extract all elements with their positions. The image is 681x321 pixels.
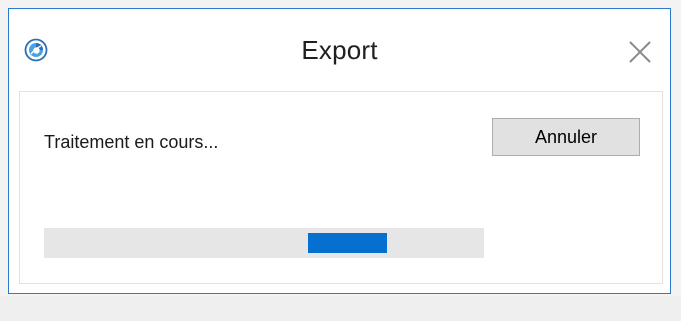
progress-bar bbox=[44, 228, 484, 258]
close-button[interactable] bbox=[624, 36, 656, 68]
export-dialog: Export Traitement en cours... Annuler bbox=[8, 8, 671, 294]
title-bar[interactable]: Export bbox=[9, 9, 670, 91]
dialog-body: Traitement en cours... Annuler bbox=[19, 91, 663, 284]
progress-indicator bbox=[308, 233, 387, 253]
desktop-background-strip bbox=[0, 296, 681, 321]
dialog-title: Export bbox=[301, 35, 378, 65]
close-icon bbox=[624, 36, 656, 68]
desktop-background bbox=[0, 0, 8, 321]
cancel-button[interactable]: Annuler bbox=[492, 118, 640, 156]
status-text: Traitement en cours... bbox=[44, 132, 219, 152]
